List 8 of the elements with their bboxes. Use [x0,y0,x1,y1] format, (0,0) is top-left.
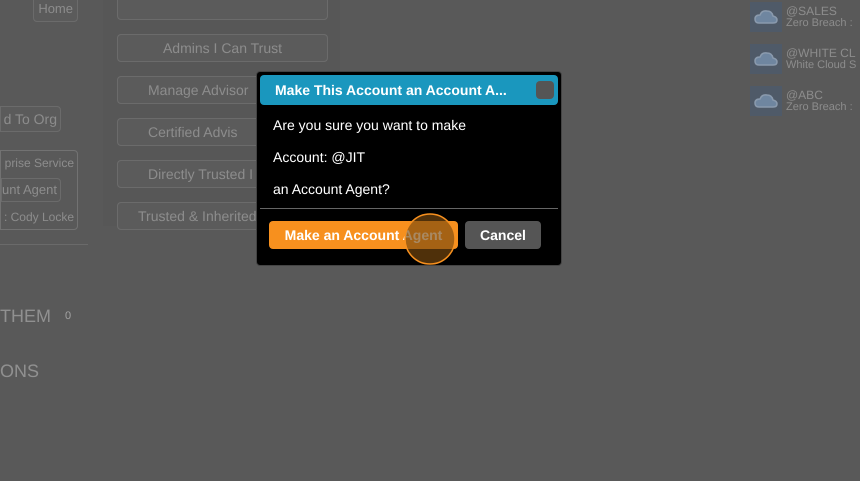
confirm-button[interactable]: Make an Account Agent [269,221,458,249]
cloud-icon [750,44,782,74]
cloud-icon [750,86,782,116]
section-count: 0 [65,309,72,324]
click-indicator [404,213,456,265]
cloud-icon [750,2,782,32]
cancel-button[interactable]: Cancel [465,221,541,249]
close-button[interactable] [536,81,554,99]
